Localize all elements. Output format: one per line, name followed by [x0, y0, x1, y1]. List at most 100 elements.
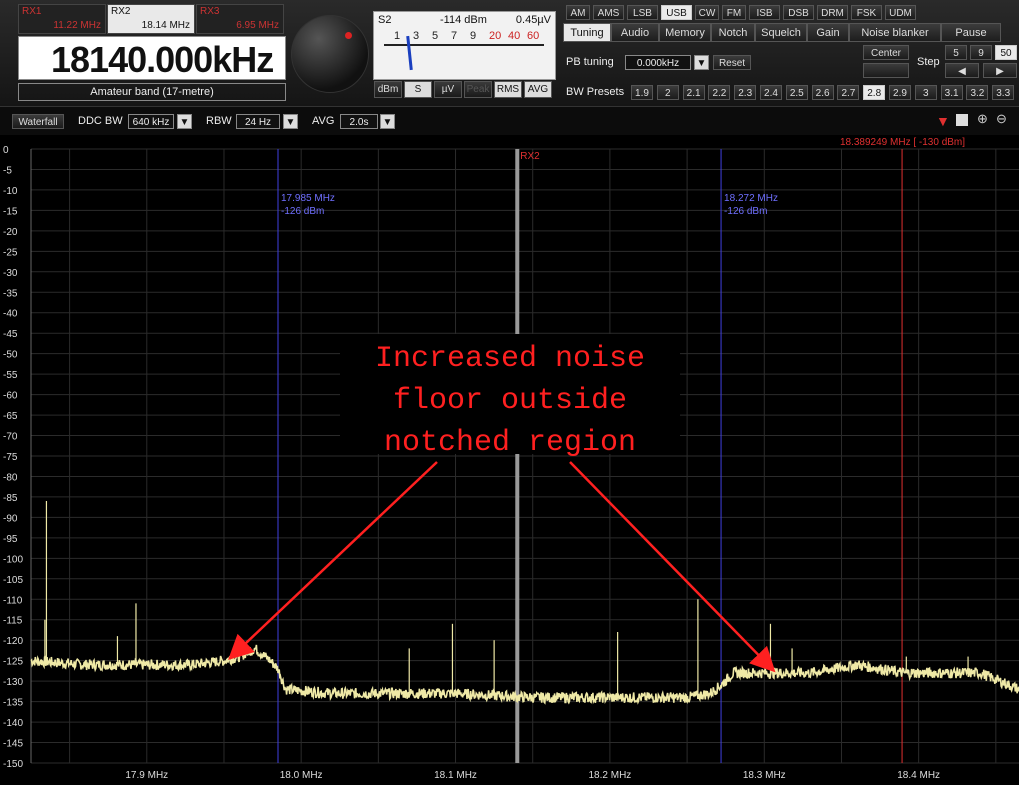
y-tick-label: -70: [3, 432, 18, 443]
s-meter-scale-label: 40: [508, 30, 521, 42]
bw-preset-button[interactable]: 3.3: [992, 85, 1015, 100]
bw-preset-button[interactable]: 1.9: [631, 85, 653, 100]
s-meter-scale: 1 3 5 7 9 20 40 60: [388, 30, 548, 44]
avg-field[interactable]: 2.0s: [340, 114, 378, 129]
s-meter: S2 -114 dBm 0.45µV 1 3 5 7 9 20 40 60: [373, 11, 556, 80]
tab-tuning[interactable]: Tuning: [563, 23, 611, 42]
rx2-tab[interactable]: RX2 18.14 MHz: [107, 4, 195, 34]
y-tick-label: -110: [3, 595, 23, 606]
frequency-display[interactable]: 18140.000kHz: [18, 36, 286, 80]
bw-preset-button[interactable]: 2.7: [837, 85, 860, 100]
peak-button[interactable]: Peak: [464, 81, 492, 98]
tab-gain[interactable]: Gain: [807, 23, 849, 42]
y-tick-label: -30: [3, 268, 18, 279]
y-tick-label: -80: [3, 472, 18, 483]
tab-pause[interactable]: Pause: [941, 23, 1001, 42]
bw-preset-button[interactable]: 3.2: [966, 85, 989, 100]
mode-fsk-button[interactable]: FSK: [851, 5, 882, 20]
bw-preset-button[interactable]: 2.8: [863, 85, 886, 100]
s-meter-scale-label: 5: [432, 30, 439, 42]
mode-cw-button[interactable]: CW: [695, 5, 719, 20]
unit-s-button[interactable]: S: [404, 81, 432, 98]
mode-lsb-button[interactable]: LSB: [627, 5, 658, 20]
bw-preset-button[interactable]: 3: [914, 85, 937, 100]
step-9-button[interactable]: 9: [970, 45, 992, 60]
band-label: Amateur band (17-metre): [18, 83, 286, 101]
y-tick-label: -120: [3, 636, 23, 647]
step-50-button[interactable]: 50: [995, 45, 1017, 60]
mode-udm-button[interactable]: UDM: [885, 5, 916, 20]
spectrum-trace: [30, 644, 1019, 705]
s-meter-scale-label: 20: [489, 30, 502, 42]
rx1-freq: 11.22 MHz: [53, 20, 101, 31]
mode-isb-button[interactable]: ISB: [749, 5, 780, 20]
bw-preset-button[interactable]: 2.5: [785, 85, 808, 100]
annotation-arrow-left: [228, 461, 438, 661]
step-right-icon[interactable]: ▶: [983, 63, 1017, 78]
ddc-bw-dropdown-icon[interactable]: ▼: [177, 114, 192, 129]
s-meter-scale-label: 60: [527, 30, 540, 42]
pb-tuning-dropdown-icon[interactable]: ▼: [694, 55, 709, 70]
x-tick-label: 18.2 MHz: [589, 770, 632, 781]
spectrum-plot[interactable]: 0 -5 -10 -15 -20 -25 -30 -35 -40 -45 -50 -55 -60 -65 -…: [0, 134, 1019, 785]
mode-usb-button[interactable]: USB: [661, 5, 692, 20]
tab-memory[interactable]: Memory: [659, 23, 711, 42]
bw-preset-button[interactable]: 2.9: [889, 85, 911, 100]
zoom-out-icon[interactable]: ⊖: [996, 111, 1007, 127]
zoom-in-icon[interactable]: ⊕: [977, 111, 988, 127]
y-tick-label: 0: [3, 145, 9, 156]
bw-preset-button[interactable]: 2.4: [760, 85, 782, 100]
mode-drm-button[interactable]: DRM: [817, 5, 848, 20]
bw-preset-button[interactable]: 2.6: [811, 85, 834, 100]
reset-button[interactable]: Reset: [713, 55, 751, 70]
y-tick-label: -105: [3, 575, 23, 586]
mode-fm-button[interactable]: FM: [722, 5, 746, 20]
unit-uv-button[interactable]: µV: [434, 81, 462, 98]
mode-dsb-button[interactable]: DSB: [783, 5, 814, 20]
rms-button[interactable]: RMS: [494, 81, 522, 98]
avg-button[interactable]: AVG: [524, 81, 552, 98]
rbw-field[interactable]: 24 Hz: [236, 114, 280, 129]
pb-tuning-field[interactable]: 0.000kHz: [625, 55, 691, 70]
rx3-tab[interactable]: RX3 6.95 MHz: [196, 4, 284, 34]
rx1-tab[interactable]: RX1 11.22 MHz: [18, 4, 106, 34]
avg-dropdown-icon[interactable]: ▼: [380, 114, 395, 129]
save-icon[interactable]: [956, 114, 968, 126]
step-label: Step: [917, 56, 940, 68]
bw-preset-button[interactable]: 2.3: [734, 85, 757, 100]
tab-squelch[interactable]: Squelch: [755, 23, 807, 42]
y-tick-label: -60: [3, 391, 18, 402]
bw-preset-button[interactable]: 2.1: [682, 85, 705, 100]
y-tick-label: -125: [3, 657, 23, 668]
tuning-knob[interactable]: [291, 15, 369, 93]
center-button[interactable]: Center: [863, 45, 909, 60]
center-sub-button[interactable]: [863, 63, 909, 78]
step-5-button[interactable]: 5: [945, 45, 967, 60]
mode-am-button[interactable]: AM: [566, 5, 590, 20]
rx2-freq: 18.14 MHz: [141, 20, 190, 31]
waterfall-button[interactable]: Waterfall: [12, 114, 64, 129]
x-tick-label: 17.9 MHz: [125, 770, 168, 781]
bw-preset-button[interactable]: 2: [656, 85, 679, 100]
y-tick-label: -35: [3, 288, 18, 299]
y-tick-label: -25: [3, 247, 18, 258]
bw-preset-button[interactable]: 3.1: [940, 85, 963, 100]
tab-noise-blanker[interactable]: Noise blanker: [849, 23, 941, 42]
mode-ams-button[interactable]: AMS: [593, 5, 624, 20]
unit-dbm-button[interactable]: dBm: [374, 81, 402, 98]
y-tick-label: -135: [3, 698, 23, 709]
tab-notch[interactable]: Notch: [711, 23, 755, 42]
bw-preset-button[interactable]: 2.2: [708, 85, 731, 100]
s-meter-scale-label: 9: [470, 30, 477, 42]
annotation-text: Increased noise: [375, 342, 645, 376]
y-tick-label: -130: [3, 677, 23, 688]
tab-audio[interactable]: Audio: [611, 23, 659, 42]
marker-icon[interactable]: ▼: [936, 113, 950, 129]
x-tick-label: 18.4 MHz: [897, 770, 940, 781]
step-left-icon[interactable]: ◀: [945, 63, 979, 78]
rbw-dropdown-icon[interactable]: ▼: [283, 114, 298, 129]
y-tick-label: -100: [3, 554, 23, 565]
y-tick-label: -40: [3, 309, 18, 320]
ddc-bw-field[interactable]: 640 kHz: [128, 114, 174, 129]
y-tick-label: -50: [3, 350, 18, 361]
